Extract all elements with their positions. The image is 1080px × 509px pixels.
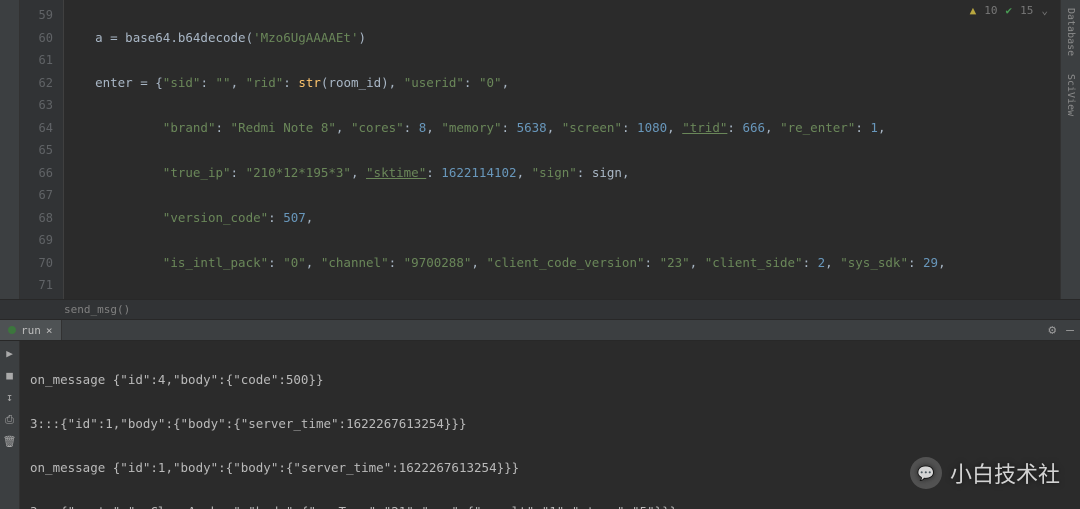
- console-line: 3:::{"id":1,"body":{"body":{"server_time…: [30, 413, 1070, 435]
- code-line: "version_code": 507,: [80, 207, 1060, 230]
- gear-icon[interactable]: ⚙: [1048, 323, 1056, 338]
- editor-viewport: 59 60 61 62 63 64 65 66 67 68 69 70 71 a…: [0, 0, 1080, 299]
- code-line: enter = {"sid": "", "rid": str(room_id),…: [80, 72, 1060, 95]
- line-number: 65: [20, 139, 53, 162]
- stop-icon[interactable]: ■: [3, 369, 17, 383]
- code-editor[interactable]: a = base64.b64decode('Mzo6UgAAAAEt') ent…: [64, 0, 1060, 299]
- tab-label: run: [21, 324, 41, 337]
- line-number: 64: [20, 117, 53, 140]
- warning-count: 10: [984, 4, 997, 17]
- wechat-icon: 💬: [910, 457, 942, 489]
- chevron-down-icon[interactable]: ⌄: [1041, 4, 1048, 17]
- line-number: 66: [20, 162, 53, 185]
- console-line: on_message {"id":4,"body":{"code":500}}: [30, 369, 1070, 391]
- line-number: 71: [20, 274, 53, 297]
- console-toolbar: ▶ ■ ↧ ⎙ 🗑: [0, 341, 20, 509]
- line-number: 69: [20, 229, 53, 252]
- close-icon[interactable]: ×: [46, 324, 53, 337]
- down-icon[interactable]: ↧: [3, 391, 17, 405]
- watermark-text: 小白技术社: [950, 457, 1060, 489]
- ok-count: 15: [1020, 4, 1033, 17]
- tool-window-database[interactable]: Database: [1065, 8, 1076, 56]
- run-status-icon: [8, 326, 16, 334]
- tool-window-sciview[interactable]: SciView: [1065, 74, 1076, 116]
- print-icon[interactable]: ⎙: [3, 413, 17, 427]
- rerun-icon[interactable]: ▶: [3, 347, 17, 361]
- tab-run[interactable]: run ×: [0, 320, 62, 340]
- code-line: a = base64.b64decode('Mzo6UgAAAAEt'): [80, 27, 1060, 50]
- line-number: 61: [20, 49, 53, 72]
- line-number: 60: [20, 27, 53, 50]
- line-number: 62: [20, 72, 53, 95]
- code-line: "is_intl_pack": "0", "channel": "9700288…: [80, 252, 1060, 275]
- trash-icon[interactable]: 🗑: [3, 435, 17, 449]
- line-number: 68: [20, 207, 53, 230]
- code-line: "brand": "Redmi Note 8", "cores": 8, "me…: [80, 117, 1060, 140]
- line-number: 67: [20, 184, 53, 207]
- line-number-gutter: 59 60 61 62 63 64 65 66 67 68 69 70 71: [20, 0, 64, 299]
- code-line: "country_code": "CN", "pkg_channel": "97…: [80, 297, 1060, 300]
- breadcrumb[interactable]: send_msg(): [0, 299, 1080, 319]
- code-line: "true_ip": "210*12*195*3", "sktime": 162…: [80, 162, 1060, 185]
- check-icon: ✔: [1006, 4, 1013, 17]
- inspections-widget[interactable]: ▲ 10 ✔ 15 ⌄: [966, 4, 1052, 17]
- line-number: 70: [20, 252, 53, 275]
- run-tool-tab-bar: run × ⚙ —: [0, 319, 1080, 341]
- watermark: 💬 小白技术社: [910, 457, 1060, 489]
- console-line: 3:::{"route":"onCloseAnchor","body":{"ms…: [30, 501, 1070, 509]
- warning-icon: ▲: [970, 4, 977, 17]
- right-tool-stripe: Database SciView: [1060, 0, 1080, 299]
- left-gutter-bar: [0, 0, 20, 299]
- minimize-icon[interactable]: —: [1066, 323, 1074, 338]
- line-number: 59: [20, 4, 53, 27]
- line-number: 63: [20, 94, 53, 117]
